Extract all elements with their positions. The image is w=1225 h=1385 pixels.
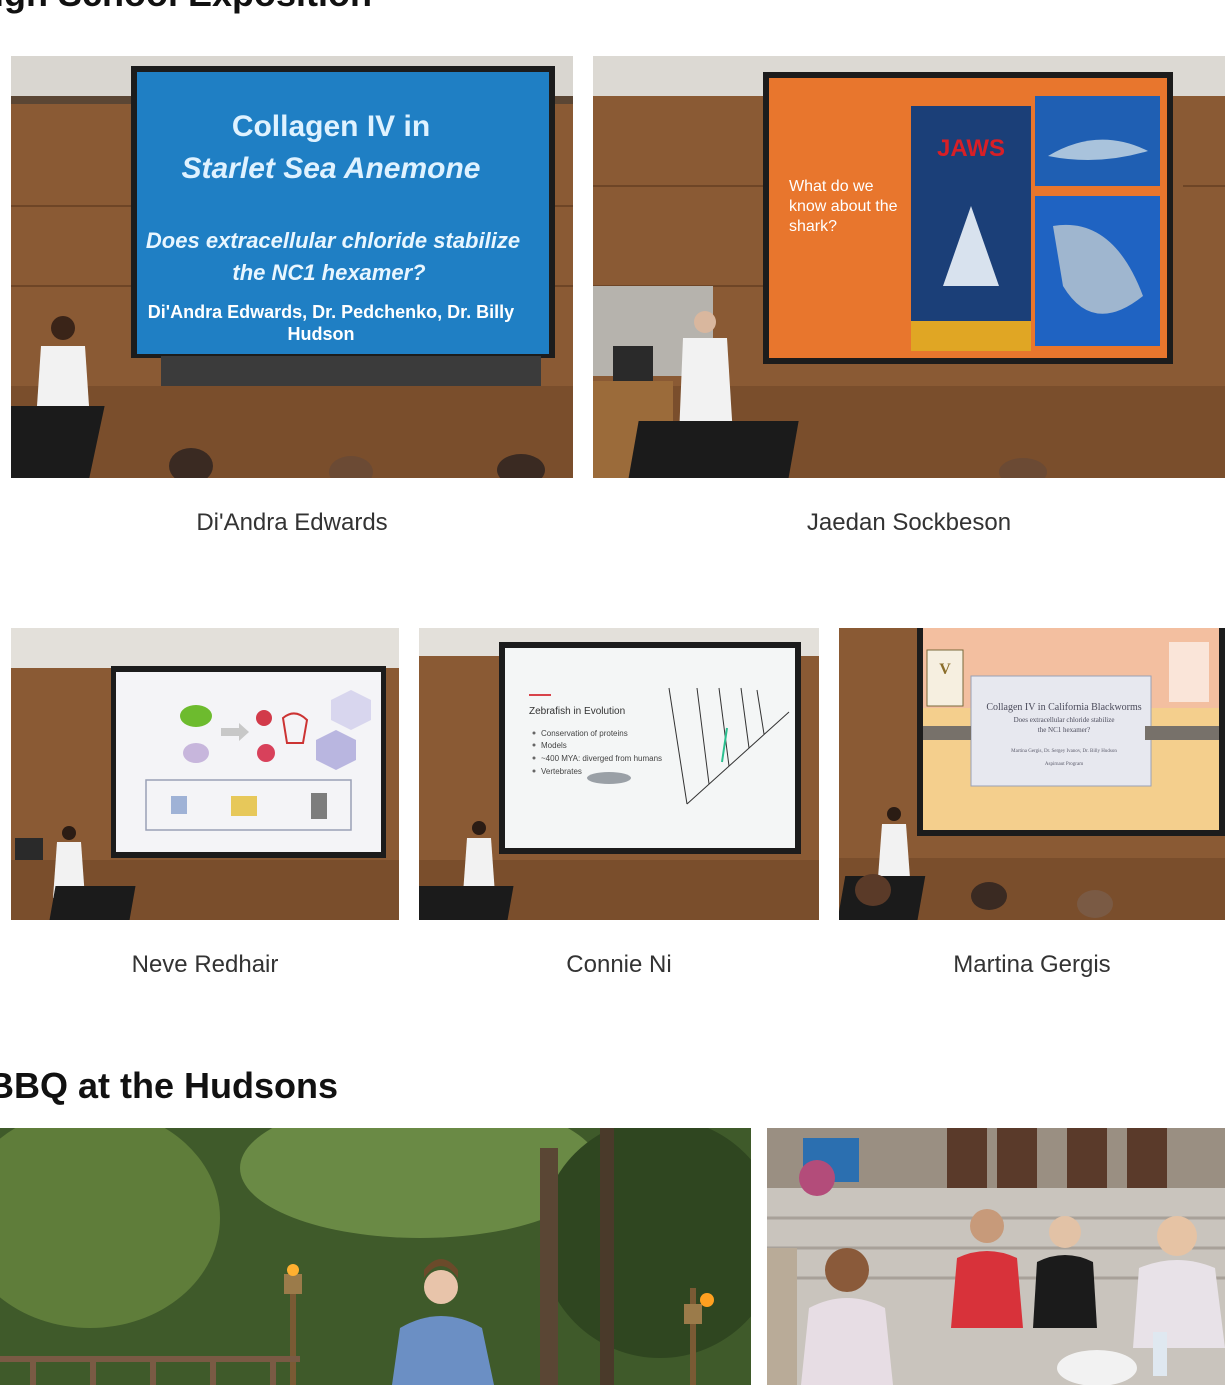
photo-caption: Martina Gergis xyxy=(953,951,1111,978)
slide-title: Zebrafish in Evolution xyxy=(529,706,625,717)
photo-neve-redhair[interactable] xyxy=(11,628,399,920)
slide-question-line-2: the NC1 hexamer? xyxy=(232,260,425,285)
svg-text:V: V xyxy=(939,661,951,678)
photo-martina-gergis[interactable]: V Collagen IV in California Blackworms D… xyxy=(839,628,1225,920)
slide-title-line-2: Starlet Sea Anemone xyxy=(182,152,481,185)
slide-title-line-1: Collagen IV in xyxy=(232,110,430,143)
slide-authors-line-2: Hudson xyxy=(288,324,355,344)
photo-caption: Di'Andra Edwards xyxy=(196,509,388,536)
slide-question-line-2: know about the xyxy=(789,198,898,215)
slide-authors: Martina Gergis, Dr. Sergey Ivanov, Dr. B… xyxy=(1011,749,1117,754)
slide-question-line-1: Does extracellular chloride stabilize xyxy=(1014,716,1115,724)
slide-title: Collagen IV in California Blackworms xyxy=(986,702,1141,713)
photo-diandra-edwards[interactable]: Collagen IV in Starlet Sea Anemone Does … xyxy=(11,56,573,478)
slide-program: Aspirnaut Program xyxy=(1045,762,1083,767)
jaws-poster-title: JAWS xyxy=(937,135,1005,162)
photo-caption: Neve Redhair xyxy=(131,951,279,978)
photo-caption: Jaedan Sockbeson xyxy=(806,509,1012,536)
photo-bbq-deck[interactable] xyxy=(767,1128,1225,1385)
photo-bbq-garden[interactable] xyxy=(0,1128,751,1385)
slide-question-line-1: Does extracellular chloride stabilize xyxy=(146,228,520,253)
slide-bullet-2: Models xyxy=(541,741,567,750)
section-heading-exposition: High School Exposition xyxy=(0,0,372,12)
photo-caption: Connie Ni xyxy=(566,951,672,978)
slide-authors-line-1: Di'Andra Edwards, Dr. Pedchenko, Dr. Bil… xyxy=(148,302,514,322)
photo-connie-ni[interactable]: Zebrafish in Evolution Conservation of p… xyxy=(419,628,819,920)
slide-bullet-1: Conservation of proteins xyxy=(541,729,628,738)
photo-jaedan-sockbeson[interactable]: What do we know about the shark? JAWS xyxy=(593,56,1225,478)
section-heading-bbq: BBQ at the Hudsons xyxy=(0,1065,339,1106)
slide-question-line-1: What do we xyxy=(789,178,874,195)
slide-question-line-2: the NC1 hexamer? xyxy=(1038,726,1090,734)
slide-question-line-3: shark? xyxy=(789,218,837,235)
slide-bullet-3: ~400 MYA: diverged from humans xyxy=(541,754,662,763)
slide-bullet-4: Vertebrates xyxy=(541,767,582,776)
